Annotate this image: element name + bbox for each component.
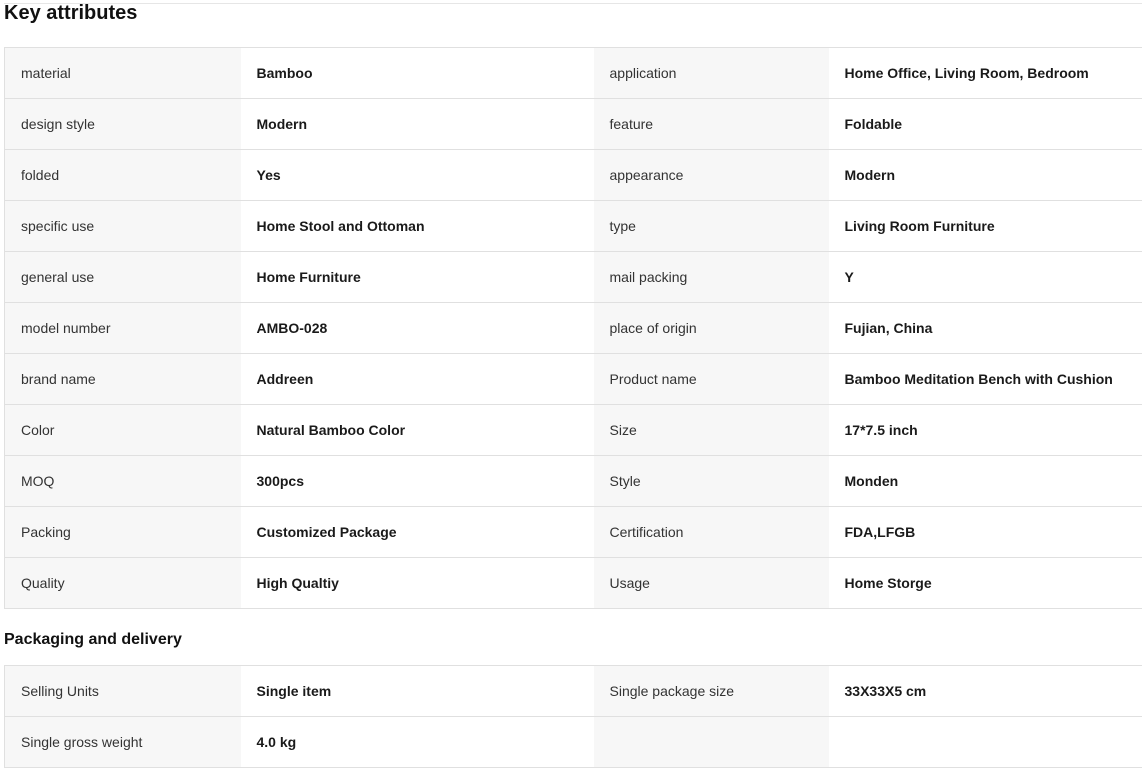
attribute-value: High Qualtiy (241, 558, 594, 609)
attribute-row: QualityHigh QualtiyUsageHome Storge (5, 558, 1142, 609)
attribute-key: mail packing (594, 252, 829, 303)
attribute-value: AMBO-028 (241, 303, 594, 354)
attribute-key: Usage (594, 558, 829, 609)
attribute-value: Home Office, Living Room, Bedroom (829, 48, 1142, 99)
attribute-key: appearance (594, 150, 829, 201)
attribute-value: 300pcs (241, 456, 594, 507)
attribute-key: type (594, 201, 829, 252)
key-attributes-table: materialBambooapplicationHome Office, Li… (4, 47, 1142, 609)
key-attributes-heading: Key attributes (4, 0, 137, 26)
attribute-value: Yes (241, 150, 594, 201)
attribute-value: Living Room Furniture (829, 201, 1142, 252)
attribute-value: 33X33X5 cm (829, 666, 1142, 717)
attribute-key: Size (594, 405, 829, 456)
attribute-row: specific useHome Stool and OttomantypeLi… (5, 201, 1142, 252)
attribute-value: Single item (241, 666, 594, 717)
attribute-value: 17*7.5 inch (829, 405, 1142, 456)
packaging-delivery-body: Selling UnitsSingle itemSingle package s… (5, 666, 1142, 768)
attribute-key: specific use (5, 201, 241, 252)
top-divider (4, 3, 1142, 4)
attribute-key: model number (5, 303, 241, 354)
attribute-key: Packing (5, 507, 241, 558)
attribute-value: Customized Package (241, 507, 594, 558)
attribute-value: Foldable (829, 99, 1142, 150)
attribute-key: application (594, 48, 829, 99)
attribute-key: feature (594, 99, 829, 150)
attribute-row: model numberAMBO-028place of originFujia… (5, 303, 1142, 354)
attribute-key: general use (5, 252, 241, 303)
attribute-value: FDA,LFGB (829, 507, 1142, 558)
packaging-delivery-heading: Packaging and delivery (4, 629, 182, 651)
attribute-key: Color (5, 405, 241, 456)
attribute-key: Selling Units (5, 666, 241, 717)
attribute-value: Home Furniture (241, 252, 594, 303)
attribute-value: Y (829, 252, 1142, 303)
attribute-value (829, 717, 1142, 768)
attribute-key: MOQ (5, 456, 241, 507)
attribute-value: Bamboo (241, 48, 594, 99)
attribute-key: Style (594, 456, 829, 507)
attribute-key: Product name (594, 354, 829, 405)
attribute-value: Fujian, China (829, 303, 1142, 354)
attribute-row: design styleModernfeatureFoldable (5, 99, 1142, 150)
attribute-value: 4.0 kg (241, 717, 594, 768)
attribute-value: Modern (829, 150, 1142, 201)
attribute-row: general useHome Furnituremail packingY (5, 252, 1142, 303)
attribute-row: materialBambooapplicationHome Office, Li… (5, 48, 1142, 99)
attribute-value: Monden (829, 456, 1142, 507)
attribute-value: Bamboo Meditation Bench with Cushion (829, 354, 1142, 405)
attribute-value: Natural Bamboo Color (241, 405, 594, 456)
attribute-row: brand nameAddreenProduct nameBamboo Medi… (5, 354, 1142, 405)
attribute-key (594, 717, 829, 768)
attribute-key: brand name (5, 354, 241, 405)
attribute-value: Modern (241, 99, 594, 150)
attribute-key: Certification (594, 507, 829, 558)
attribute-row: Selling UnitsSingle itemSingle package s… (5, 666, 1142, 717)
attribute-row: PackingCustomized PackageCertificationFD… (5, 507, 1142, 558)
attribute-value: Home Stool and Ottoman (241, 201, 594, 252)
key-attributes-body: materialBambooapplicationHome Office, Li… (5, 48, 1142, 609)
attribute-key: Single gross weight (5, 717, 241, 768)
attribute-key: Single package size (594, 666, 829, 717)
attribute-row: ColorNatural Bamboo ColorSize17*7.5 inch (5, 405, 1142, 456)
attribute-key: Quality (5, 558, 241, 609)
attribute-row: foldedYesappearanceModern (5, 150, 1142, 201)
attribute-row: MOQ300pcsStyleMonden (5, 456, 1142, 507)
attribute-key: folded (5, 150, 241, 201)
attribute-key: place of origin (594, 303, 829, 354)
attribute-row: Single gross weight4.0 kg (5, 717, 1142, 768)
attribute-key: material (5, 48, 241, 99)
packaging-delivery-table: Selling UnitsSingle itemSingle package s… (4, 665, 1142, 768)
attribute-key: design style (5, 99, 241, 150)
attribute-value: Home Storge (829, 558, 1142, 609)
attribute-value: Addreen (241, 354, 594, 405)
